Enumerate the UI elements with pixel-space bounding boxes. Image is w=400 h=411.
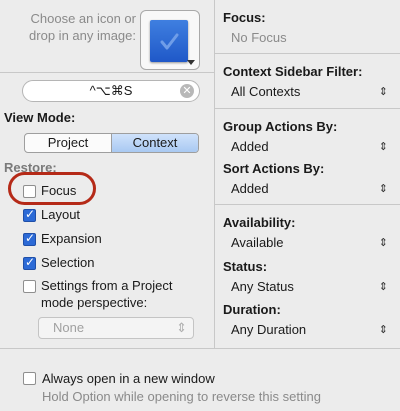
dropdown-triangle-icon bbox=[187, 60, 195, 65]
expansion-checkbox-label: Expansion bbox=[41, 231, 102, 246]
context-filter-value: All Contexts bbox=[231, 84, 301, 99]
icon-well[interactable] bbox=[140, 10, 200, 70]
availability-popup[interactable]: Available ⇕ bbox=[231, 232, 388, 254]
popup-arrows-icon: ⇕ bbox=[176, 320, 187, 335]
divider bbox=[0, 72, 214, 73]
perspective-icon bbox=[150, 20, 188, 62]
perspective-settings-panel: Choose an icon or drop in any image: ^⌥⌘… bbox=[0, 0, 400, 411]
context-filter-popup[interactable]: All Contexts ⇕ bbox=[231, 81, 388, 103]
group-actions-label: Group Actions By: bbox=[223, 119, 338, 134]
always-new-window-label: Always open in a new window bbox=[42, 371, 215, 386]
focus-highlight-annotation bbox=[8, 172, 96, 205]
sort-actions-popup[interactable]: Added ⇕ bbox=[231, 178, 388, 200]
status-label: Status: bbox=[223, 259, 268, 274]
availability-label: Availability: bbox=[223, 215, 296, 230]
selection-checkbox-label: Selection bbox=[41, 255, 95, 270]
layout-checkbox-label: Layout bbox=[41, 207, 81, 222]
layout-checkbox[interactable] bbox=[23, 207, 36, 222]
availability-value: Available bbox=[231, 235, 284, 250]
clear-shortcut-icon[interactable]: ✕ bbox=[180, 84, 194, 98]
project-settings-label-line2: mode perspective: bbox=[41, 295, 148, 310]
context-filter-label: Context Sidebar Filter: bbox=[223, 64, 363, 79]
duration-label: Duration: bbox=[223, 302, 281, 317]
view-mode-label: View Mode: bbox=[4, 110, 76, 125]
popup-arrows-icon: ⇕ bbox=[378, 141, 388, 153]
status-popup[interactable]: Any Status ⇕ bbox=[231, 276, 388, 298]
popup-arrows-icon: ⇕ bbox=[378, 324, 388, 336]
duration-popup[interactable]: Any Duration ⇕ bbox=[231, 319, 388, 341]
perspective-popup[interactable]: None ⇕ bbox=[38, 317, 194, 339]
divider bbox=[215, 53, 400, 54]
divider bbox=[0, 348, 400, 349]
project-settings-checkbox[interactable] bbox=[23, 280, 36, 293]
icon-prompt: Choose an icon or drop in any image: bbox=[29, 11, 136, 43]
view-mode-segmented-control: Project Context bbox=[24, 133, 199, 153]
focus-value: No Focus bbox=[231, 30, 287, 45]
selection-checkbox[interactable] bbox=[23, 255, 36, 270]
duration-value: Any Duration bbox=[231, 322, 307, 337]
sort-actions-label: Sort Actions By: bbox=[223, 161, 325, 176]
group-actions-popup[interactable]: Added ⇕ bbox=[231, 136, 388, 158]
popup-arrows-icon: ⇕ bbox=[378, 183, 388, 195]
focus-label: Focus: bbox=[223, 10, 266, 25]
shortcut-value: ^⌥⌘S bbox=[89, 83, 133, 98]
perspective-popup-value: None bbox=[53, 320, 85, 335]
keyboard-shortcut-field[interactable]: ^⌥⌘S ✕ bbox=[22, 80, 200, 102]
expansion-checkbox[interactable] bbox=[23, 231, 36, 246]
sort-actions-value: Added bbox=[231, 181, 269, 196]
always-new-window-checkbox[interactable] bbox=[23, 372, 36, 385]
divider bbox=[215, 204, 400, 205]
project-settings-label-line1: Settings from a Project bbox=[41, 278, 173, 293]
popup-arrows-icon: ⇕ bbox=[378, 86, 388, 98]
popup-arrows-icon: ⇕ bbox=[378, 237, 388, 249]
status-value: Any Status bbox=[231, 279, 294, 294]
popup-arrows-icon: ⇕ bbox=[378, 281, 388, 293]
option-key-hint: Hold Option while opening to reverse thi… bbox=[42, 389, 321, 404]
segment-project[interactable]: Project bbox=[25, 134, 111, 152]
segment-context[interactable]: Context bbox=[111, 134, 198, 152]
divider bbox=[215, 108, 400, 109]
group-actions-value: Added bbox=[231, 139, 269, 154]
